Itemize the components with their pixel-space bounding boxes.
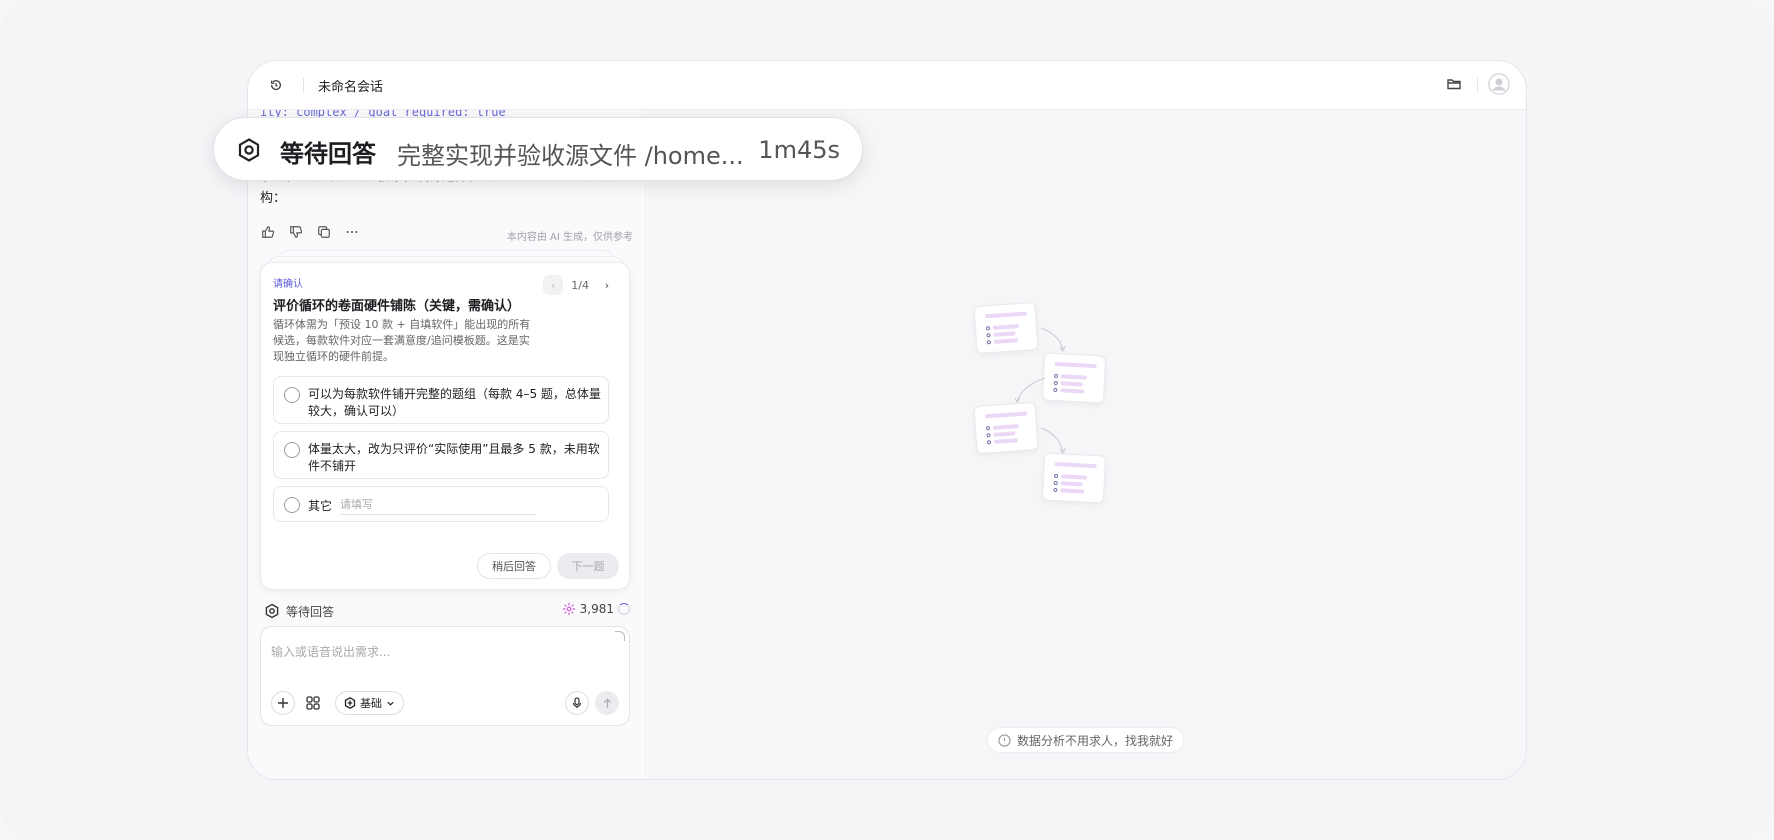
token-counter: 3,981 [562, 602, 630, 616]
status-row: 等待回答 3,981 [264, 602, 630, 620]
chevron-left-icon: ‹ [551, 278, 556, 292]
toast-elapsed-time: 1m45s [758, 136, 840, 164]
radio-button[interactable] [284, 387, 300, 403]
add-button[interactable] [271, 691, 295, 715]
ai-disclaimer: 本内容由 AI 生成，仅供参考 [506, 232, 633, 243]
info-icon [998, 733, 1011, 747]
grid-icon [306, 696, 320, 710]
chevron-down-icon [387, 701, 394, 706]
send-button[interactable] [595, 691, 619, 715]
question-title: 评价循环的卷面硬件铺陈（关键，需确认） [273, 299, 521, 314]
back-button[interactable] [266, 75, 286, 95]
avatar[interactable] [1488, 73, 1510, 95]
toast-status: 等待回答 [280, 140, 376, 168]
option-item[interactable]: 体量太大，改为只评价“实际使用”且最多 5 款，未用软件不铺开 [273, 431, 609, 479]
user-avatar-icon [1488, 73, 1510, 95]
status-text: 等待回答 [286, 605, 335, 619]
answer-later-button[interactable]: 稍后回答 [477, 553, 551, 579]
radio-button[interactable] [284, 442, 300, 458]
voice-button[interactable] [565, 691, 589, 715]
mode-label: 基础 [360, 697, 382, 710]
empty-state-illustration [973, 301, 1115, 504]
divider [303, 78, 304, 92]
loading-spinner [618, 603, 630, 615]
chevron-right-icon: › [604, 278, 610, 292]
like-button[interactable] [260, 224, 276, 240]
plus-icon [278, 698, 288, 708]
copy-icon [318, 226, 330, 238]
more-icon [346, 230, 358, 234]
status-toast: 等待回答 完整实现并验收源文件 /home... 1m45s [213, 117, 863, 181]
page-title: 未命名会话 [318, 80, 384, 95]
next-question-arrow[interactable]: › [597, 275, 617, 295]
folder-button[interactable] [1446, 76, 1464, 94]
option-item[interactable]: 可以为每款软件铺开完整的题组（每款 4–5 题，总体量较大，确认可以） [273, 376, 609, 424]
resize-handle[interactable] [615, 631, 625, 641]
option-label: 其它 [308, 499, 333, 513]
mode-selector[interactable]: 基础 [335, 691, 404, 715]
mode-icon [344, 697, 356, 709]
page-indicator: 1/4 [571, 278, 589, 292]
option-other[interactable]: 其它 [273, 486, 609, 522]
confirm-tag: 请确认 [273, 279, 303, 290]
history-back-icon [270, 80, 282, 91]
dislike-button[interactable] [288, 224, 304, 240]
option-label: 可以为每款软件铺开完整的题组（每款 4–5 题，总体量较大，确认可以） [308, 387, 601, 418]
question-card: 请确认 ‹ 1/4 › 评价循环的卷面硬件铺陈（关键，需确认） 循环体需为「预设… [260, 262, 630, 590]
waiting-icon [265, 603, 279, 619]
copy-button[interactable] [316, 224, 332, 240]
next-question-button[interactable]: 下一题 [557, 553, 619, 579]
radio-button[interactable] [284, 497, 300, 513]
flow-arrows-icon [1014, 327, 1066, 455]
divider [1477, 78, 1478, 92]
chat-panel: ity: complex / goal required: true 事项，但其… [248, 110, 646, 779]
sparkle-icon [562, 602, 575, 616]
top-bar: 未命名会话 [248, 61, 1526, 110]
token-count: 3,981 [579, 602, 614, 616]
apps-button[interactable] [301, 691, 325, 715]
question-description: 循环体需为「预设 10 款 + 自填软件」能出现的所有候选，每款软件对应一套满意… [273, 318, 531, 363]
thumbs-down-icon [290, 226, 303, 238]
thumbs-up-icon [262, 226, 275, 238]
prev-question-button[interactable]: ‹ [543, 275, 564, 295]
hint-chip[interactable]: 数据分析不用求人，找我就好 [987, 727, 1185, 753]
microphone-icon [572, 697, 582, 709]
question-pager: ‹ 1/4 › [543, 275, 617, 295]
toast-task: 完整实现并验收源文件 /home... [397, 142, 744, 170]
arrow-up-icon [603, 697, 611, 708]
composer: 基础 [260, 626, 630, 726]
more-button[interactable] [344, 224, 360, 240]
message-actions [260, 224, 360, 240]
chat-input[interactable] [271, 637, 611, 667]
canvas-panel: 数据分析不用求人，找我就好 [647, 110, 1526, 779]
option-label: 体量太大，改为只评价“实际使用”且最多 5 款，未用软件不铺开 [308, 442, 600, 473]
waiting-icon [238, 138, 260, 162]
folder-icon [1447, 79, 1461, 90]
other-input[interactable] [340, 495, 536, 515]
hint-text: 数据分析不用求人，找我就好 [1017, 733, 1174, 748]
